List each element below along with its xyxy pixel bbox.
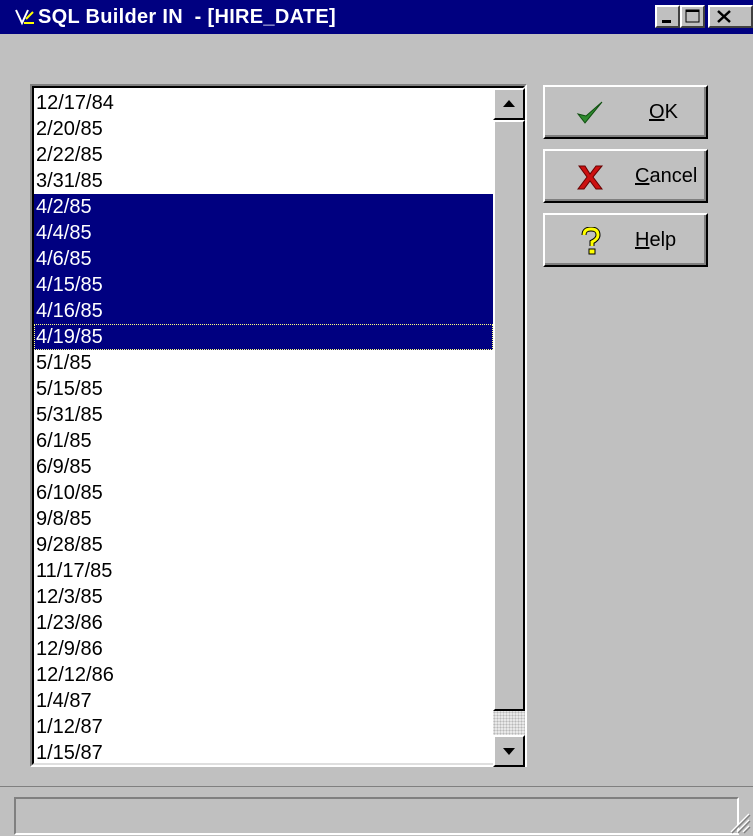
list-item[interactable]: 5/15/85	[34, 376, 493, 402]
list-item[interactable]: 1/23/86	[34, 610, 493, 636]
listbox-items: 12/17/84 2/20/85 2/22/85 3/31/85 4/2/85 4/4/8…	[34, 90, 493, 766]
red-x-icon	[577, 165, 604, 190]
status-bar	[0, 786, 753, 836]
minimize-icon	[662, 20, 671, 23]
list-item[interactable]: 1/4/87	[34, 688, 493, 714]
list-item[interactable]: 2/22/85	[34, 142, 493, 168]
close-icon	[717, 10, 731, 23]
list-item[interactable]: 12/17/84	[34, 90, 493, 116]
scroll-thumb[interactable]	[493, 120, 525, 711]
question-mark-icon	[581, 227, 601, 255]
list-item[interactable]: 12/9/86	[34, 636, 493, 662]
list-item[interactable]: 6/10/85	[34, 480, 493, 506]
arrow-up-icon	[503, 100, 515, 107]
list-item[interactable]: 5/1/85	[34, 350, 493, 376]
list-item[interactable]: 5/31/85	[34, 402, 493, 428]
status-panel	[14, 797, 739, 835]
list-item[interactable]: 9/8/85	[34, 506, 493, 532]
vertical-scrollbar[interactable]	[493, 88, 525, 767]
list-item[interactable]: 1/15/87	[34, 740, 493, 766]
ok-button[interactable]: OK	[543, 85, 708, 139]
list-item[interactable]: 1/12/87	[34, 714, 493, 740]
title-bar[interactable]: SQL Builder IN - [HIRE_DATE]	[0, 0, 753, 34]
help-label: Help	[635, 229, 677, 251]
list-item[interactable]: 2/20/85	[34, 116, 493, 142]
minimize-button[interactable]	[655, 5, 680, 28]
scroll-down-button[interactable]	[493, 735, 525, 767]
scroll-up-button[interactable]	[493, 88, 525, 120]
checkmark-icon	[576, 101, 603, 124]
help-button[interactable]: Help	[543, 213, 708, 267]
resize-grip-icon[interactable]	[727, 810, 751, 834]
arrow-down-icon	[503, 748, 515, 755]
list-item[interactable]: 6/1/85	[34, 428, 493, 454]
list-item[interactable]: 4/2/85	[34, 194, 493, 220]
list-item[interactable]: 11/17/85	[34, 558, 493, 584]
list-item[interactable]: 4/4/85	[34, 220, 493, 246]
list-item[interactable]: 3/31/85	[34, 168, 493, 194]
listbox-frame: 12/17/84 2/20/85 2/22/85 3/31/85 4/2/85 4/4/8…	[32, 86, 525, 767]
scroll-track[interactable]	[493, 711, 525, 735]
close-button[interactable]	[708, 5, 753, 28]
hire-date-listbox[interactable]: 12/17/84 2/20/85 2/22/85 3/31/85 4/2/85 4/4/8…	[30, 84, 527, 767]
list-item[interactable]: 4/15/85	[34, 272, 493, 298]
list-item[interactable]: 12/3/85	[34, 584, 493, 610]
maximize-icon	[685, 9, 700, 23]
list-item[interactable]: 4/19/85	[34, 324, 493, 350]
list-item[interactable]: 9/28/85	[34, 532, 493, 558]
list-item[interactable]: 6/9/85	[34, 454, 493, 480]
maximize-button[interactable]	[680, 5, 705, 28]
ok-label: OK	[649, 101, 678, 123]
sql-builder-icon	[15, 9, 34, 26]
list-item[interactable]: 4/6/85	[34, 246, 493, 272]
list-item[interactable]: 4/16/85	[34, 298, 493, 324]
cancel-label: Cancel	[635, 165, 698, 187]
cancel-button[interactable]: Cancel	[543, 149, 708, 203]
list-item[interactable]: 12/12/86	[34, 662, 493, 688]
window-title: SQL Builder IN - [HIRE_DATE]	[38, 6, 336, 28]
